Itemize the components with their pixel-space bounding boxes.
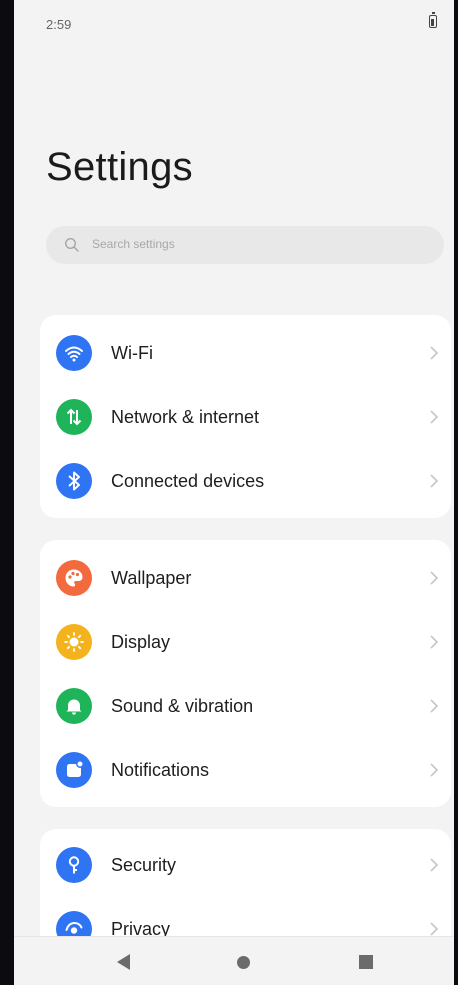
back-icon[interactable] [117, 954, 130, 970]
settings-item-label: Display [111, 632, 171, 652]
battery-icon [429, 12, 437, 28]
search-icon [64, 237, 79, 252]
home-icon[interactable] [237, 956, 250, 969]
settings-item-label: Wi-Fi [111, 343, 153, 363]
recents-icon[interactable] [359, 955, 373, 969]
bluetooth-icon [56, 463, 92, 499]
settings-item-label: Sound & vibration [111, 696, 254, 716]
page-title: Settings [46, 145, 193, 189]
chevron-right-icon [430, 346, 439, 360]
settings-screen: 2:59 Settings Search settings Wi-Fi Netw… [14, 0, 454, 985]
chevron-right-icon [430, 763, 439, 777]
wifi-icon [56, 335, 92, 371]
settings-item-label: Security [111, 855, 177, 875]
settings-group-connectivity: Wi-Fi Network & internet Connected devic… [40, 315, 451, 518]
notification-icon [56, 752, 92, 788]
chevron-right-icon [430, 410, 439, 424]
settings-item-label: Connected devices [111, 471, 265, 491]
search-placeholder: Search settings [92, 237, 175, 251]
settings-item-connected-devices[interactable]: Connected devices [40, 449, 451, 513]
chevron-right-icon [430, 474, 439, 488]
chevron-right-icon [430, 635, 439, 649]
settings-item-notifications[interactable]: Notifications [40, 738, 451, 802]
settings-item-security[interactable]: Security [40, 833, 451, 897]
chevron-right-icon [430, 922, 439, 936]
settings-item-network[interactable]: Network & internet [40, 385, 451, 449]
sun-icon [56, 624, 92, 660]
settings-item-wifi[interactable]: Wi-Fi [40, 321, 451, 385]
network-arrows-icon [56, 399, 92, 435]
chevron-right-icon [430, 571, 439, 585]
settings-group-personalization: Wallpaper Display Sound & vibration Noti… [40, 540, 451, 807]
settings-item-label: Wallpaper [111, 568, 192, 588]
settings-item-label: Notifications [111, 760, 210, 780]
chevron-right-icon [430, 699, 439, 713]
key-icon [56, 847, 92, 883]
search-bar[interactable]: Search settings [46, 226, 444, 264]
bell-icon [56, 688, 92, 724]
navigation-bar [14, 936, 454, 985]
settings-item-wallpaper[interactable]: Wallpaper [40, 546, 451, 610]
settings-item-label: Network & internet [111, 407, 260, 427]
palette-icon [56, 560, 92, 596]
chevron-right-icon [430, 858, 439, 872]
settings-item-sound[interactable]: Sound & vibration [40, 674, 451, 738]
settings-item-display[interactable]: Display [40, 610, 451, 674]
status-bar: 2:59 [14, 0, 454, 44]
status-time: 2:59 [46, 17, 72, 32]
